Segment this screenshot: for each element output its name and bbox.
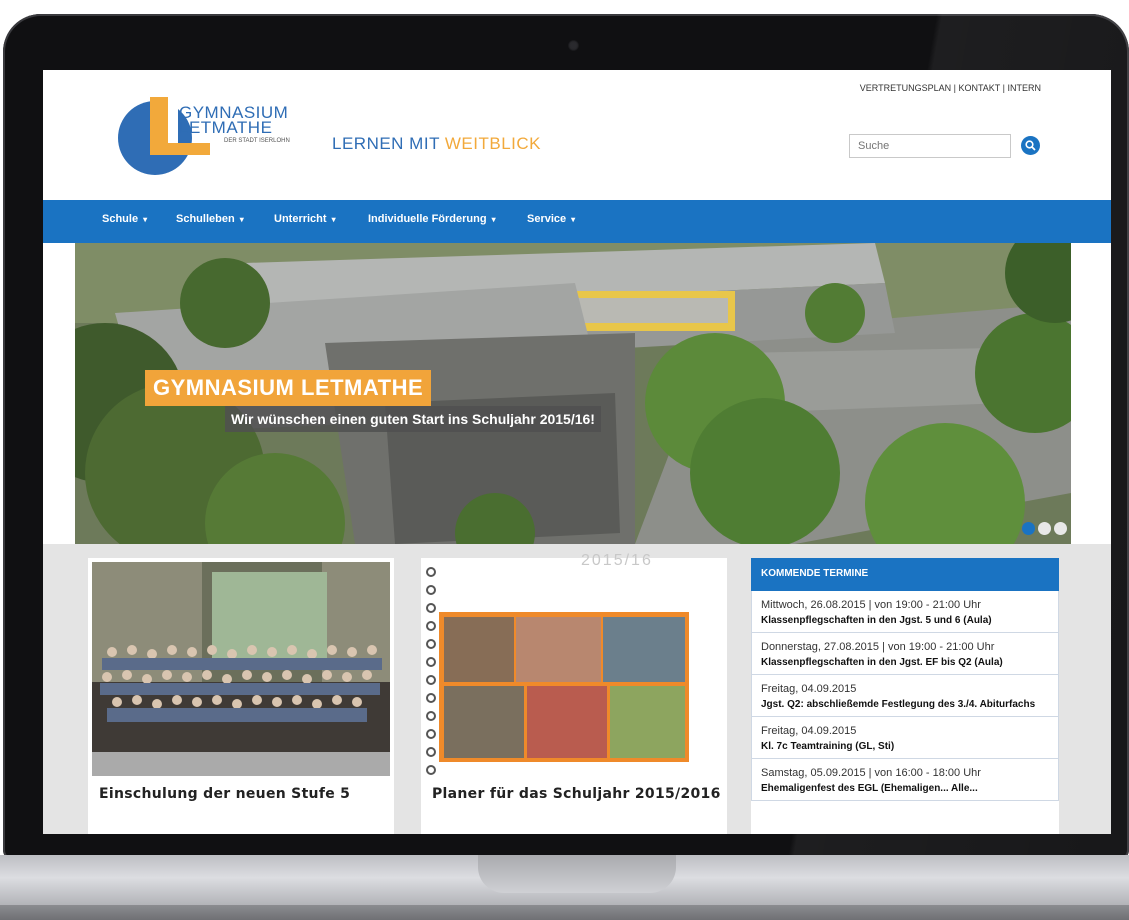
- event-entry[interactable]: Freitag, 04.09.2015 Jgst. Q2: abschließe…: [751, 675, 1059, 717]
- logo-letter-l-foot: [150, 143, 210, 155]
- planner-photo: [421, 562, 727, 776]
- hero-title: GYMNASIUM LETMATHE: [145, 370, 432, 406]
- school-logo[interactable]: GYMNASIUM LETMATHE DER STADT ISERLOHN: [118, 97, 290, 177]
- link-separator: |: [1000, 83, 1008, 93]
- chevron-down-icon: ▾: [491, 215, 496, 224]
- card-title[interactable]: Einschulung der neuen Stufe 5: [99, 786, 350, 802]
- event-date: Mittwoch, 26.08.2015 | von 19:00 - 21:00…: [761, 599, 981, 611]
- event-entry[interactable]: Mittwoch, 26.08.2015 | von 19:00 - 21:00…: [751, 591, 1059, 633]
- event-title: Kl. 7c Teamtraining (GL, Sti): [761, 741, 895, 752]
- card-title[interactable]: Planer für das Schuljahr 2015/2016: [432, 786, 721, 802]
- slider-dot-2[interactable]: [1038, 522, 1051, 535]
- link-vertretungsplan[interactable]: VERTRETUNGSPLAN: [860, 83, 951, 93]
- laptop-base-edge: [0, 905, 1129, 920]
- nav-item-unterricht[interactable]: Unterricht ▾: [274, 213, 336, 225]
- logo-gap: [168, 97, 178, 143]
- top-links: VERTRETUNGSPLAN | KONTAKT | INTERN: [860, 83, 1041, 93]
- nav-item-schule[interactable]: Schule ▾: [102, 213, 147, 225]
- nav-item-service[interactable]: Service ▾: [527, 213, 575, 225]
- upcoming-events-heading: KOMMENDE TERMINE: [751, 558, 1059, 591]
- link-kontakt[interactable]: KONTAKT: [958, 83, 1000, 93]
- chevron-down-icon: ▾: [143, 215, 148, 224]
- chevron-down-icon: ▾: [239, 215, 244, 224]
- site-slogan: LERNEN MIT WEITBLICK: [332, 134, 541, 154]
- event-title: Klassenpflegschaften in den Jgst. EF bis…: [761, 657, 1003, 668]
- event-date: Donnerstag, 27.08.2015 | von 19:00 - 21:…: [761, 641, 995, 653]
- event-date: Freitag, 04.09.2015: [761, 683, 857, 695]
- browser-viewport: GYMNASIUM LETMATHE DER STADT ISERLOHN LE…: [43, 70, 1111, 834]
- nav-item-schulleben[interactable]: Schulleben ▾: [176, 213, 244, 225]
- nav-label: Schule: [102, 213, 139, 225]
- event-entry[interactable]: Freitag, 04.09.2015 Kl. 7c Teamtraining …: [751, 717, 1059, 759]
- event-entry[interactable]: Donnerstag, 27.08.2015 | von 19:00 - 21:…: [751, 633, 1059, 675]
- slogan-part-2: WEITBLICK: [444, 134, 541, 153]
- content-area: Einschulung der neuen Stufe 5 2015/16 Pl…: [43, 544, 1111, 834]
- webcam: [568, 40, 579, 51]
- event-title: Jgst. Q2: abschließemde Festlegung des 3…: [761, 699, 1036, 710]
- event-date: Samstag, 05.09.2015 | von 16:00 - 18:00 …: [761, 767, 981, 779]
- nav-label: Schulleben: [176, 213, 235, 225]
- slider-dot-3[interactable]: [1054, 522, 1067, 535]
- hero-subtitle: Wir wünschen einen guten Start ins Schul…: [225, 406, 601, 432]
- link-intern[interactable]: INTERN: [1008, 83, 1042, 93]
- news-card[interactable]: 2015/16 Planer für das Schuljahr 2015/20…: [421, 552, 727, 834]
- search-icon: [1025, 140, 1036, 151]
- slider-dot-1[interactable]: [1022, 522, 1035, 535]
- nav-item-individuelle-foerderung[interactable]: Individuelle Förderung ▾: [368, 213, 496, 225]
- event-entry[interactable]: Samstag, 05.09.2015 | von 16:00 - 18:00 …: [751, 759, 1059, 801]
- nav-label: Individuelle Förderung: [368, 213, 487, 225]
- class-photo: [92, 562, 390, 776]
- event-title: Ehemaligenfest des EGL (Ehemaligen... Al…: [761, 783, 978, 794]
- event-date: Freitag, 04.09.2015: [761, 725, 857, 737]
- main-navigation: Schule ▾ Schulleben ▾ Unterricht ▾ Individu…: [43, 200, 1111, 243]
- upcoming-events-panel: KOMMENDE TERMINE Mittwoch, 26.08.2015 | …: [751, 558, 1059, 834]
- event-title: Klassenpflegschaften in den Jgst. 5 und …: [761, 615, 992, 626]
- logo-subtitle: DER STADT ISERLOHN: [224, 138, 290, 144]
- laptop-open-notch: [478, 855, 676, 893]
- slogan-part-1: LERNEN MIT: [332, 134, 445, 153]
- hero-slider[interactable]: GYMNASIUM LETMATHE Wir wünschen einen gu…: [75, 243, 1071, 544]
- nav-label: Service: [527, 213, 567, 225]
- planner-year-label: 2015/16: [581, 552, 653, 569]
- news-card[interactable]: Einschulung der neuen Stufe 5: [88, 558, 394, 834]
- nav-label: Unterricht: [274, 213, 327, 225]
- logo-text-letmathe: LETMATHE: [179, 118, 273, 137]
- chevron-down-icon: ▾: [571, 215, 576, 224]
- slider-pagination: [1019, 522, 1067, 540]
- search-button[interactable]: [1021, 136, 1040, 155]
- chevron-down-icon: ▾: [331, 215, 336, 224]
- search-input[interactable]: [849, 134, 1011, 158]
